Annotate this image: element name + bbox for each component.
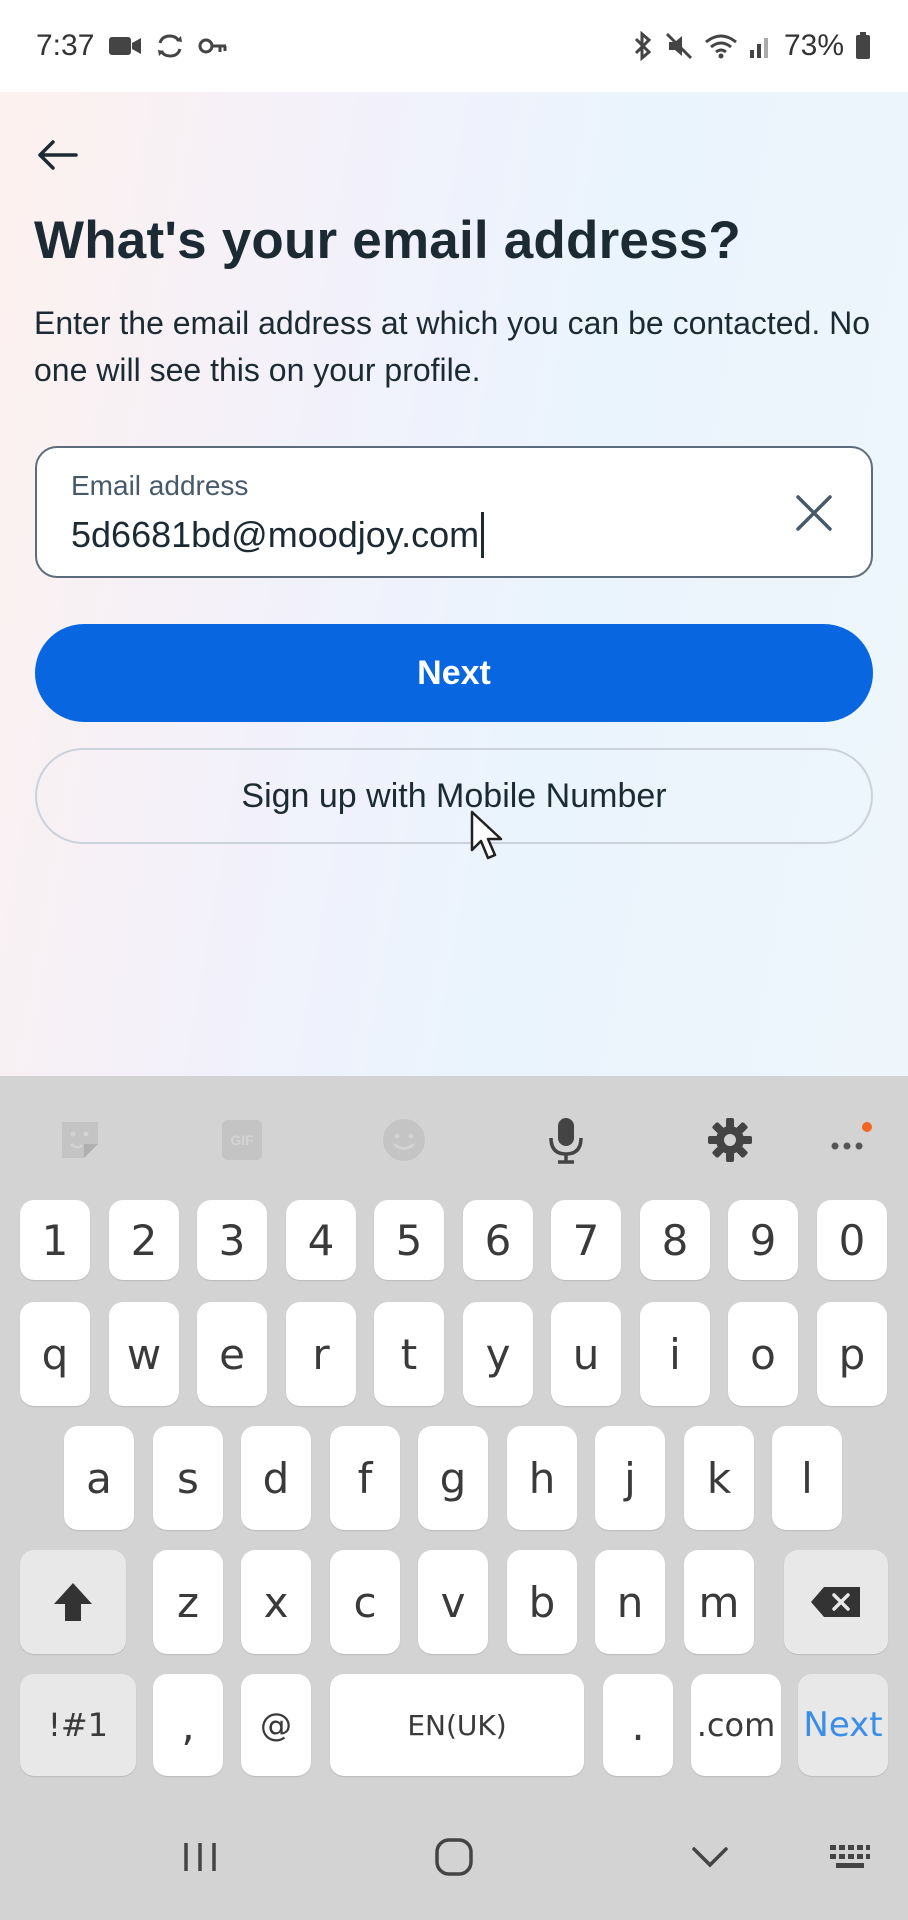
page-title: What's your email address? [34, 211, 742, 270]
gear-icon [708, 1118, 752, 1162]
key-n[interactable]: n [595, 1550, 665, 1654]
emoji-icon [383, 1119, 425, 1161]
status-left: 7:37 [36, 29, 228, 63]
key-s[interactable]: s [153, 1426, 223, 1530]
key-h[interactable]: h [507, 1426, 577, 1530]
recents-button[interactable] [165, 1822, 235, 1892]
email-input-value: 5d6681bd@moodjoy.com [71, 514, 480, 555]
email-input[interactable]: 5d6681bd@moodjoy.com [71, 512, 485, 558]
key-0[interactable]: 0 [817, 1200, 887, 1280]
battery-icon [854, 31, 872, 61]
close-icon [796, 495, 832, 531]
home-icon [435, 1838, 473, 1876]
key-6[interactable]: 6 [463, 1200, 533, 1280]
keyboard-settings-button[interactable] [700, 1110, 760, 1170]
key-1[interactable]: 1 [20, 1200, 90, 1280]
key-e[interactable]: e [197, 1302, 267, 1406]
microphone-icon [549, 1118, 583, 1164]
key-d[interactable]: d [241, 1426, 311, 1530]
status-time: 7:37 [36, 29, 95, 62]
key-o[interactable]: o [728, 1302, 798, 1406]
shift-key[interactable] [20, 1550, 126, 1654]
key-2[interactable]: 2 [109, 1200, 179, 1280]
voice-input-button[interactable] [536, 1110, 596, 1170]
key-x[interactable]: x [241, 1550, 311, 1654]
key-y[interactable]: y [463, 1302, 533, 1406]
key-5[interactable]: 5 [374, 1200, 444, 1280]
home-button[interactable] [419, 1822, 489, 1892]
key-q[interactable]: q [20, 1302, 90, 1406]
keyboard-toolbar: GIF [0, 1076, 908, 1200]
mouse-pointer-icon [470, 810, 503, 860]
keyboard-icon [830, 1845, 870, 1868]
emoji-button[interactable] [374, 1110, 434, 1170]
keyboard-next-key[interactable]: Next [798, 1674, 888, 1776]
period-key[interactable]: . [603, 1674, 673, 1776]
signal-icon [748, 32, 774, 60]
keyboard-switch-button[interactable] [815, 1822, 885, 1892]
key-w[interactable]: w [109, 1302, 179, 1406]
key-r[interactable]: r [286, 1302, 356, 1406]
wifi-icon [704, 32, 738, 60]
status-bar: 7:37 73% [0, 0, 908, 92]
on-screen-keyboard: GIF 1 2 3 4 5 6 7 8 9 0 q w e r t y u i … [0, 1076, 908, 1790]
chevron-down-icon [692, 1847, 728, 1868]
key-u[interactable]: u [551, 1302, 621, 1406]
recents-icon [184, 1843, 216, 1871]
next-button[interactable]: Next [35, 624, 873, 722]
email-field-label: Email address [71, 470, 249, 501]
key-m[interactable]: m [684, 1550, 754, 1654]
key-3[interactable]: 3 [197, 1200, 267, 1280]
key-a[interactable]: a [64, 1426, 134, 1530]
key-l[interactable]: l [772, 1426, 842, 1530]
sync-icon [156, 33, 184, 59]
hide-keyboard-button[interactable] [675, 1822, 745, 1892]
key-i[interactable]: i [640, 1302, 710, 1406]
key-t[interactable]: t [374, 1302, 444, 1406]
symbols-key[interactable]: !#1 [20, 1674, 136, 1776]
key-g[interactable]: g [418, 1426, 488, 1530]
back-arrow-icon [38, 140, 78, 170]
key-9[interactable]: 9 [728, 1200, 798, 1280]
bluetooth-icon [632, 31, 654, 61]
system-nav-bar [0, 1790, 908, 1920]
key-4[interactable]: 4 [286, 1200, 356, 1280]
gif-button[interactable]: GIF [212, 1110, 272, 1170]
key-7[interactable]: 7 [551, 1200, 621, 1280]
sticker-button[interactable] [50, 1110, 110, 1170]
mute-icon [664, 31, 694, 61]
status-right: 73% [632, 0, 872, 92]
key-v[interactable]: v [418, 1550, 488, 1654]
key-8[interactable]: 8 [640, 1200, 710, 1280]
comma-key[interactable]: , [153, 1674, 223, 1776]
back-button[interactable] [30, 128, 84, 182]
signup-screen: What's your email address? Enter the ema… [0, 92, 908, 1076]
page-description: Enter the email address at which you can… [34, 305, 871, 388]
space-key[interactable]: EN(UK) [330, 1674, 584, 1776]
backspace-icon [811, 1587, 860, 1617]
key-icon [198, 36, 228, 56]
key-c[interactable]: c [330, 1550, 400, 1654]
key-f[interactable]: f [330, 1426, 400, 1530]
backspace-key[interactable] [784, 1550, 888, 1654]
key-j[interactable]: j [595, 1426, 665, 1530]
gif-icon: GIF [222, 1120, 262, 1160]
key-b[interactable]: b [507, 1550, 577, 1654]
key-z[interactable]: z [153, 1550, 223, 1654]
email-field[interactable]: Email address 5d6681bd@moodjoy.com [35, 446, 873, 578]
key-k[interactable]: k [684, 1426, 754, 1530]
clear-button[interactable] [787, 486, 841, 540]
sticker-icon [62, 1122, 98, 1158]
key-p[interactable]: p [817, 1302, 887, 1406]
at-key[interactable]: @ [241, 1674, 311, 1776]
text-caret [481, 512, 485, 558]
more-options-button[interactable] [820, 1110, 880, 1170]
video-camera-icon [108, 34, 142, 58]
battery-percent: 73% [783, 29, 844, 62]
sign-up-mobile-button[interactable]: Sign up with Mobile Number [35, 748, 873, 844]
dotcom-key[interactable]: .com [691, 1674, 781, 1776]
more-dots-icon [831, 1122, 872, 1150]
shift-arrow-icon [54, 1583, 92, 1621]
